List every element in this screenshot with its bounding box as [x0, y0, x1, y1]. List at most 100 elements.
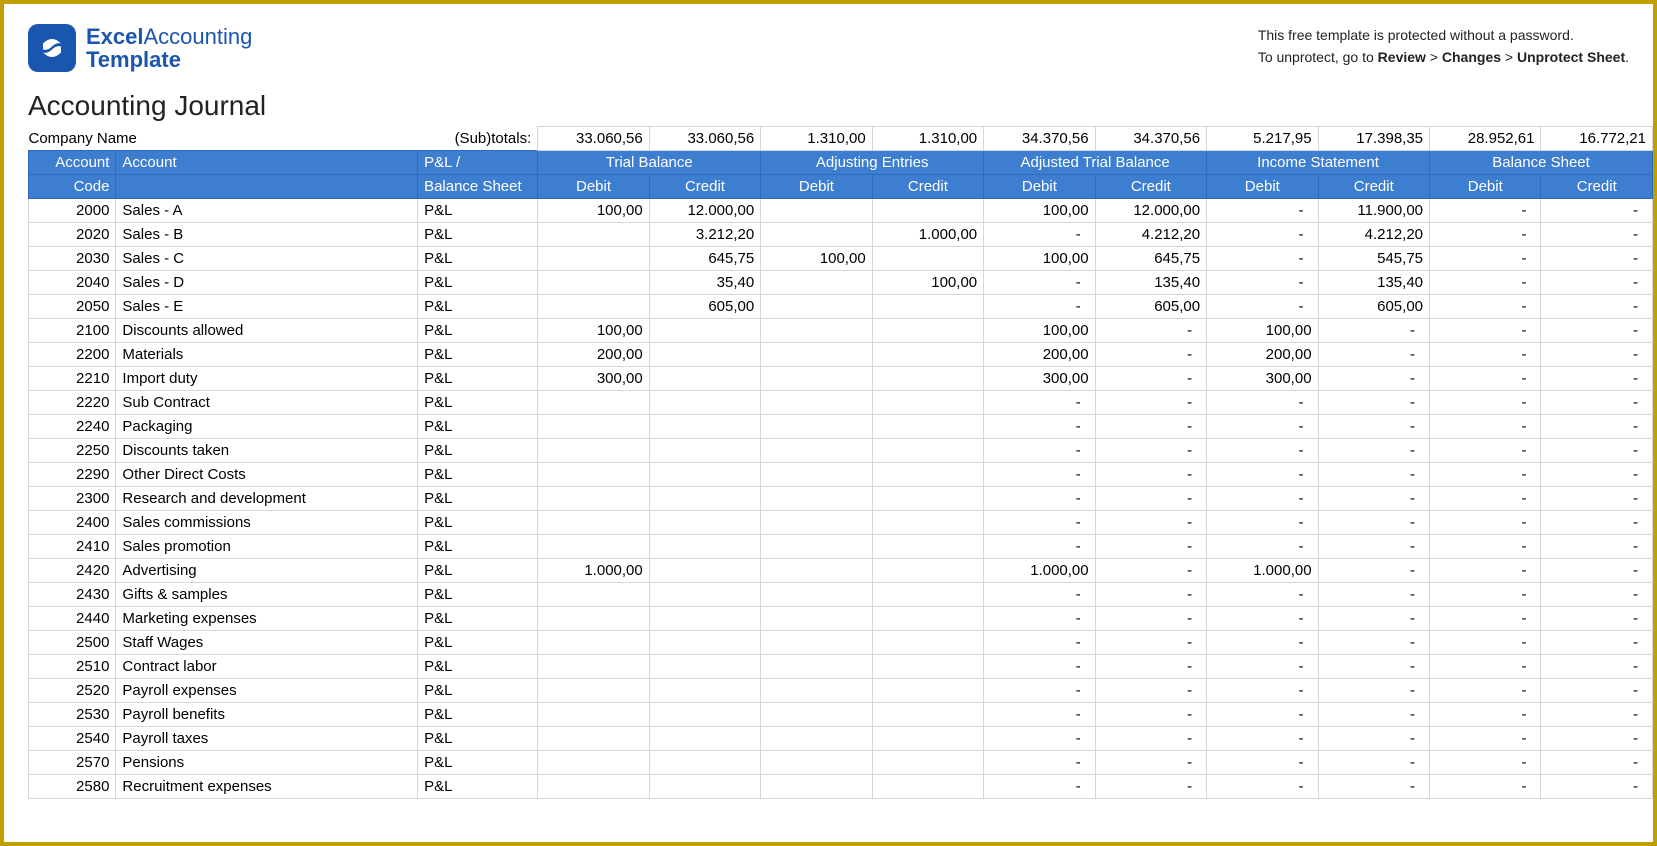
cell-value[interactable]: -	[984, 607, 1095, 631]
cell-value[interactable]: 4.212,20	[1095, 223, 1206, 247]
cell-pl[interactable]: P&L	[418, 583, 538, 607]
cell-value[interactable]	[761, 199, 872, 223]
cell-value[interactable]: -	[1095, 439, 1206, 463]
company-name-cell[interactable]: Company Name	[29, 127, 418, 151]
cell-pl[interactable]: P&L	[418, 607, 538, 631]
cell-value[interactable]: -	[1430, 487, 1541, 511]
cell-value[interactable]: -	[1430, 583, 1541, 607]
cell-value[interactable]: 100,00	[984, 199, 1095, 223]
cell-account-name[interactable]: Sales promotion	[116, 535, 418, 559]
cell-account-code[interactable]: 2210	[29, 367, 116, 391]
cell-value[interactable]: -	[1095, 775, 1206, 799]
cell-value[interactable]: -	[1430, 199, 1541, 223]
cell-value[interactable]: -	[1541, 535, 1653, 559]
cell-value[interactable]: 605,00	[1095, 295, 1206, 319]
cell-account-code[interactable]: 2200	[29, 343, 116, 367]
cell-value[interactable]: -	[1318, 655, 1429, 679]
cell-value[interactable]: 100,00	[1207, 319, 1318, 343]
cell-value[interactable]	[649, 343, 760, 367]
cell-account-code[interactable]: 2100	[29, 319, 116, 343]
cell-value[interactable]	[872, 727, 983, 751]
cell-value[interactable]	[649, 631, 760, 655]
cell-account-name[interactable]: Sales commissions	[116, 511, 418, 535]
cell-value[interactable]: -	[1541, 223, 1653, 247]
cell-account-name[interactable]: Contract labor	[116, 655, 418, 679]
cell-account-name[interactable]: Other Direct Costs	[116, 463, 418, 487]
cell-value[interactable]: 1.000,00	[538, 559, 649, 583]
cell-account-name[interactable]: Payroll taxes	[116, 727, 418, 751]
cell-value[interactable]: -	[984, 463, 1095, 487]
cell-value[interactable]: -	[1541, 319, 1653, 343]
cell-value[interactable]	[872, 631, 983, 655]
cell-value[interactable]: -	[1318, 415, 1429, 439]
cell-value[interactable]: -	[984, 727, 1095, 751]
cell-value[interactable]: 100,00	[984, 247, 1095, 271]
cell-value[interactable]: -	[1541, 775, 1653, 799]
cell-value[interactable]: -	[1318, 727, 1429, 751]
cell-value[interactable]	[761, 559, 872, 583]
cell-value[interactable]	[649, 463, 760, 487]
cell-value[interactable]: -	[984, 487, 1095, 511]
cell-value[interactable]	[538, 463, 649, 487]
cell-value[interactable]: -	[1095, 535, 1206, 559]
cell-value[interactable]	[538, 415, 649, 439]
cell-pl[interactable]: P&L	[418, 511, 538, 535]
cell-value[interactable]	[761, 679, 872, 703]
cell-value[interactable]	[538, 487, 649, 511]
cell-value[interactable]: -	[1207, 727, 1318, 751]
cell-value[interactable]	[872, 295, 983, 319]
cell-value[interactable]: 135,40	[1318, 271, 1429, 295]
cell-value[interactable]: -	[1541, 583, 1653, 607]
cell-value[interactable]	[538, 631, 649, 655]
cell-value[interactable]	[538, 703, 649, 727]
cell-value[interactable]: -	[1430, 415, 1541, 439]
cell-value[interactable]: 100,00	[984, 319, 1095, 343]
cell-value[interactable]: -	[1318, 367, 1429, 391]
cell-account-name[interactable]: Sales - A	[116, 199, 418, 223]
cell-account-code[interactable]: 2530	[29, 703, 116, 727]
cell-pl[interactable]: P&L	[418, 727, 538, 751]
cell-pl[interactable]: P&L	[418, 319, 538, 343]
cell-value[interactable]: -	[1095, 391, 1206, 415]
cell-value[interactable]	[649, 391, 760, 415]
cell-value[interactable]	[872, 607, 983, 631]
cell-value[interactable]: -	[984, 415, 1095, 439]
cell-value[interactable]: -	[1541, 703, 1653, 727]
cell-value[interactable]: 1.000,00	[984, 559, 1095, 583]
cell-value[interactable]: -	[984, 511, 1095, 535]
cell-account-name[interactable]: Sales - D	[116, 271, 418, 295]
cell-value[interactable]: -	[1430, 367, 1541, 391]
cell-pl[interactable]: P&L	[418, 703, 538, 727]
cell-value[interactable]: -	[984, 703, 1095, 727]
cell-value[interactable]: -	[1430, 703, 1541, 727]
cell-value[interactable]	[538, 727, 649, 751]
cell-account-code[interactable]: 2520	[29, 679, 116, 703]
cell-value[interactable]	[649, 535, 760, 559]
cell-value[interactable]: -	[984, 535, 1095, 559]
cell-value[interactable]: -	[1095, 631, 1206, 655]
cell-value[interactable]: -	[1318, 487, 1429, 511]
cell-value[interactable]	[538, 583, 649, 607]
cell-value[interactable]	[872, 679, 983, 703]
cell-value[interactable]: -	[1095, 607, 1206, 631]
cell-value[interactable]: -	[1095, 367, 1206, 391]
cell-value[interactable]: -	[1207, 271, 1318, 295]
cell-value[interactable]: -	[1541, 655, 1653, 679]
cell-value[interactable]	[761, 343, 872, 367]
cell-value[interactable]	[538, 535, 649, 559]
cell-value[interactable]	[872, 487, 983, 511]
cell-value[interactable]: 12.000,00	[649, 199, 760, 223]
cell-pl[interactable]: P&L	[418, 439, 538, 463]
cell-value[interactable]: -	[1318, 463, 1429, 487]
cell-value[interactable]	[872, 511, 983, 535]
cell-account-code[interactable]: 2250	[29, 439, 116, 463]
cell-value[interactable]: -	[1095, 727, 1206, 751]
cell-value[interactable]: -	[984, 679, 1095, 703]
cell-value[interactable]	[761, 775, 872, 799]
cell-value[interactable]	[649, 607, 760, 631]
cell-pl[interactable]: P&L	[418, 367, 538, 391]
cell-value[interactable]: -	[1430, 679, 1541, 703]
cell-value[interactable]	[649, 415, 760, 439]
cell-value[interactable]: -	[1207, 751, 1318, 775]
cell-account-code[interactable]: 2510	[29, 655, 116, 679]
